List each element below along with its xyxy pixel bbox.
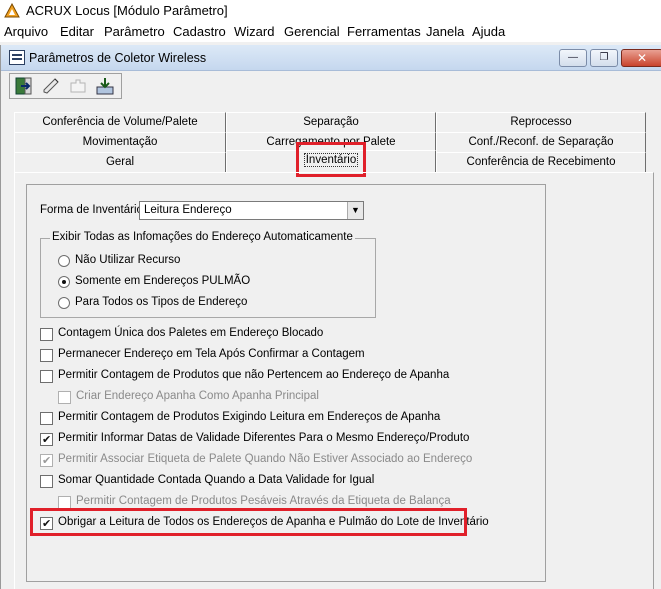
check-somar-quantidade-label: Somar Quantidade Contada Quando a Data V… [58,474,375,486]
minimize-icon: — [568,52,578,63]
menu-editar[interactable]: Editar [60,24,94,39]
tab-separacao[interactable]: Separação [226,112,436,132]
tab-reprocesso[interactable]: Reprocesso [436,112,646,132]
app-title: ACRUX Locus [Módulo Parâmetro] [26,3,228,18]
restore-button[interactable]: ❐ [590,49,618,67]
check-contagem-unica-label: Contagem Única dos Paletes em Endereço B… [58,327,324,339]
menu-janela[interactable]: Janela [426,24,464,39]
check-contagem-nao-pertencem[interactable] [40,370,53,383]
forma-inventario-label: Forma de Inventário [40,204,143,216]
check-somar-quantidade[interactable] [40,475,53,488]
check-datas-validade-diferentes-label: Permitir Informar Datas de Validade Dife… [58,432,470,444]
child-window-title: Parâmetros de Coletor Wireless [29,51,207,65]
check-pesaveis-etiqueta-balanca-label: Permitir Contagem de Produtos Pesáveis A… [76,495,451,507]
menu-ajuda[interactable]: Ajuda [472,24,505,39]
puzzle-icon [70,79,86,93]
tab-geral[interactable]: Geral [14,152,226,172]
window-icon [9,50,25,65]
tab-conferencia-volume-palete[interactable]: Conferência de Volume/Palete [14,112,226,132]
check-permanecer-endereco[interactable] [40,349,53,362]
check-exigindo-leitura-label: Permitir Contagem de Produtos Exigindo L… [58,411,441,423]
radio-todos-tipos-label: Para Todos os Tipos de Endereço [75,296,248,308]
close-button[interactable]: ✕ [621,49,661,67]
save-icon[interactable] [94,76,116,96]
radio-somente-pulmao-label: Somente em Endereços PULMÃO [75,275,251,287]
close-icon: ✕ [636,51,648,65]
child-title-bar: Parâmetros de Coletor Wireless — ❐ ✕ [1,45,661,71]
radio-nao-utilizar[interactable] [58,255,70,267]
radio-todos-tipos[interactable] [58,297,70,309]
acrux-logo-icon [4,3,20,18]
tab-conf-reconf-separacao[interactable]: Conf./Reconf. de Separação [436,132,646,152]
radio-nao-utilizar-label: Não Utilizar Recurso [75,254,181,266]
menu-ferramentas[interactable]: Ferramentas [347,24,421,39]
edit-icon[interactable] [40,76,62,96]
highlight-obrigar-leitura [30,508,467,536]
menu-cadastro[interactable]: Cadastro [173,24,226,39]
chevron-down-icon[interactable]: ▼ [347,202,363,219]
check-associar-etiqueta-palete-label: Permitir Associar Etiqueta de Palete Qua… [58,453,473,465]
restore-icon: ❐ [599,52,609,63]
menu-parametro[interactable]: Parâmetro [104,24,165,39]
exit-icon[interactable] [13,76,35,96]
exibir-informacoes-group-title: Exibir Todas as Infomações do Endereço A… [50,231,355,243]
menu-gerencial[interactable]: Gerencial [284,24,340,39]
app-title-bar: ACRUX Locus [Módulo Parâmetro] [0,0,661,22]
check-contagem-unica[interactable] [40,328,53,341]
tab-movimentacao[interactable]: Movimentação [14,132,226,152]
forma-inventario-value: Leitura Endereço [144,204,232,216]
check-associar-etiqueta-palete [40,454,53,467]
check-permanecer-endereco-label: Permanecer Endereço em Tela Após Confirm… [58,348,365,360]
check-criar-endereco-apanha-label: Criar Endereço Apanha Como Apanha Princi… [76,390,319,402]
check-datas-validade-diferentes[interactable] [40,433,53,446]
check-exigindo-leitura[interactable] [40,412,53,425]
tab-conferencia-recebimento[interactable]: Conferência de Recebimento [436,152,646,172]
forma-inventario-select[interactable]: Leitura Endereço ▼ [139,201,364,220]
menu-wizard[interactable]: Wizard [234,24,274,39]
menu-arquivo[interactable]: Arquivo [4,24,48,39]
minimize-button[interactable]: — [559,49,587,67]
menu-bar: Arquivo Editar Parâmetro Cadastro Wizard… [0,22,661,42]
check-contagem-nao-pertencem-label: Permitir Contagem de Produtos que não Pe… [58,369,450,381]
radio-somente-pulmao[interactable] [58,276,70,288]
check-criar-endereco-apanha [58,391,71,404]
toolbar [9,73,122,99]
